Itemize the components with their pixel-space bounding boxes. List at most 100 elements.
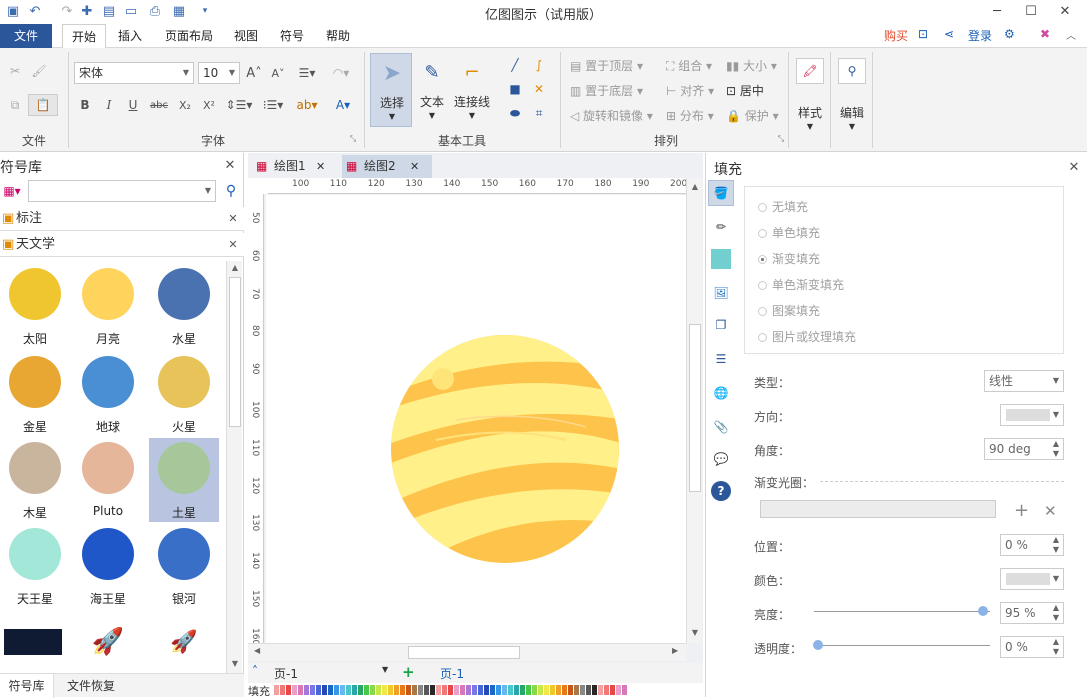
color-swatch[interactable] <box>496 685 501 695</box>
spinner-arrows-icon[interactable]: ▲ ▼ <box>1053 637 1059 657</box>
scroll-thumb[interactable] <box>689 324 701 492</box>
comment-tab-icon[interactable]: 💬 <box>708 446 734 472</box>
curve-tool-icon[interactable]: ∫ <box>530 56 548 74</box>
color-swatch[interactable] <box>538 685 543 695</box>
color-swatch[interactable] <box>352 685 357 695</box>
layer-tab-icon[interactable]: ❐ <box>708 312 734 338</box>
fill-option-radio[interactable]: 图案填充 <box>758 302 820 319</box>
add-page-icon[interactable]: + <box>402 663 415 681</box>
scroll-left-icon[interactable]: ◀ <box>254 646 260 655</box>
minimize-icon[interactable]: ─ <box>980 0 1014 22</box>
color-swatch[interactable] <box>508 685 513 695</box>
color-swatch[interactable] <box>274 685 279 695</box>
transparency-slider-track[interactable] <box>814 645 990 646</box>
fill-option-radio[interactable]: 无填充 <box>758 198 808 215</box>
select-tool-button[interactable]: ➤ 选择 ▼ <box>370 53 412 127</box>
save-icon[interactable]: ▭ <box>122 2 140 20</box>
page-tab-1[interactable]: 页-1 <box>440 665 464 682</box>
settings-gear-icon[interactable]: ⚙ <box>1004 27 1015 41</box>
color-swatch[interactable] <box>580 685 585 695</box>
size-button[interactable]: ▮▮ 大小 ▾ <box>726 57 777 74</box>
color-swatch[interactable] <box>382 685 387 695</box>
add-stop-icon[interactable]: + <box>1014 500 1029 521</box>
rocket-launch-symbol-icon[interactable]: 🚀 <box>170 615 197 669</box>
subscript-icon[interactable]: X₂ <box>176 96 194 114</box>
color-swatch[interactable] <box>340 685 345 695</box>
protect-button[interactable]: 🔒 保护 ▾ <box>726 107 779 124</box>
color-swatch[interactable] <box>310 685 315 695</box>
menu-view[interactable]: 视图 <box>226 24 266 48</box>
color-swatch[interactable] <box>562 685 567 695</box>
color-swatch[interactable] <box>376 685 381 695</box>
close-category-icon[interactable]: ✕ <box>226 237 240 251</box>
scroll-down-icon[interactable]: ▼ <box>229 659 241 668</box>
rotate-mirror-button[interactable]: ◁ 旋转和镜像 ▾ <box>570 107 653 124</box>
attachment-tab-icon[interactable]: 📎 <box>708 414 734 440</box>
color-swatch[interactable] <box>328 685 333 695</box>
category-astronomy[interactable]: ▣ 天文学 <box>0 233 244 257</box>
superscript-icon[interactable]: X² <box>200 96 218 114</box>
menu-help[interactable]: 帮助 <box>318 24 358 48</box>
fill-option-radio[interactable]: 单色渐变填充 <box>758 276 844 293</box>
redo-icon[interactable]: ↷ <box>58 2 76 20</box>
line-spacing-icon[interactable]: ⇕☰▾ <box>224 96 254 114</box>
color-swatch[interactable] <box>448 685 453 695</box>
tab-file-recovery[interactable]: 文件恢复 <box>58 674 124 698</box>
library-menu-icon[interactable]: ▦▾ <box>0 181 24 201</box>
color-swatch[interactable] <box>418 685 423 695</box>
shrink-font-icon[interactable]: A˅ <box>268 64 288 82</box>
bold-icon[interactable]: B <box>76 96 94 114</box>
color-swatch[interactable] <box>592 685 597 695</box>
canvas-vertical-scrollbar[interactable]: ▲ ▼ <box>686 178 702 643</box>
scroll-right-icon[interactable]: ▶ <box>672 646 678 655</box>
remove-stop-icon[interactable]: ✕ <box>1044 502 1057 520</box>
brightness-slider-track[interactable] <box>814 611 990 612</box>
canvas-horizontal-scrollbar[interactable]: ◀ ▶ <box>248 643 686 661</box>
scroll-up-icon[interactable]: ▲ <box>689 182 701 191</box>
color-swatch[interactable] <box>484 685 489 695</box>
dialog-launcher-icon[interactable]: ⤡ <box>348 134 358 144</box>
text-tool-button[interactable]: ✎ 文本 ▼ <box>414 53 450 127</box>
color-swatch[interactable] <box>610 685 615 695</box>
send-to-back-button[interactable]: ▥ 置于底层 ▾ <box>570 82 643 99</box>
fill-option-radio[interactable]: 渐变填充 <box>758 250 820 267</box>
new-file-icon[interactable]: ✚ <box>78 2 96 20</box>
symbol-item[interactable]: 水星 <box>149 268 219 347</box>
gradient-stops-bar[interactable] <box>760 500 996 518</box>
color-swatch[interactable] <box>286 685 291 695</box>
library-search-input[interactable]: ▼ <box>28 180 216 202</box>
color-swatch[interactable] <box>298 685 303 695</box>
undo-icon[interactable]: ↶ <box>26 2 44 20</box>
color-swatch[interactable] <box>394 685 399 695</box>
close-tab-icon[interactable]: ✕ <box>410 155 419 178</box>
login-link[interactable]: 登录 <box>968 27 992 44</box>
color-swatch[interactable] <box>454 685 459 695</box>
search-icon[interactable]: ⚲ <box>222 181 240 201</box>
color-swatch[interactable] <box>472 685 477 695</box>
align-button[interactable]: ⊢ 对齐 ▾ <box>666 82 714 99</box>
category-annotation[interactable]: ▣ 标注 <box>0 207 244 231</box>
connector-tool-button[interactable]: ⌐ 连接线 ▼ <box>452 53 492 127</box>
bullets-icon[interactable]: ⁝☰▾ <box>258 96 288 114</box>
rocket-symbol-icon[interactable]: 🚀 <box>92 615 124 669</box>
color-swatch[interactable] <box>466 685 471 695</box>
ellipse-tool-icon[interactable]: ⬬ <box>506 104 524 122</box>
color-swatch[interactable] <box>292 685 297 695</box>
color-swatch[interactable] <box>364 685 369 695</box>
fill-option-radio[interactable]: 图片或纹理填充 <box>758 328 856 345</box>
color-swatch[interactable] <box>598 685 603 695</box>
color-swatch[interactable] <box>322 685 327 695</box>
quick-access-dropdown-icon[interactable]: ▾ <box>196 2 214 20</box>
format-painter-icon[interactable]: 🖌 <box>30 62 48 80</box>
transparency-spinner[interactable]: 0 % ▲ ▼ <box>1000 636 1064 658</box>
color-swatch[interactable] <box>388 685 393 695</box>
color-swatch[interactable] <box>334 685 339 695</box>
planet-shape[interactable] <box>266 195 686 655</box>
print-icon[interactable]: ⎙ <box>146 2 164 20</box>
rectangle-tool-icon[interactable]: ■ <box>506 80 524 98</box>
tab-drawing-1[interactable]: ▦ 绘图1 ✕ <box>252 155 336 178</box>
brightness-spinner[interactable]: 95 % ▲ ▼ <box>1000 602 1064 624</box>
line-tab-icon[interactable]: ✏ <box>708 214 734 240</box>
point-tool-icon[interactable]: ✕ <box>530 80 548 98</box>
color-swatch[interactable] <box>424 685 429 695</box>
